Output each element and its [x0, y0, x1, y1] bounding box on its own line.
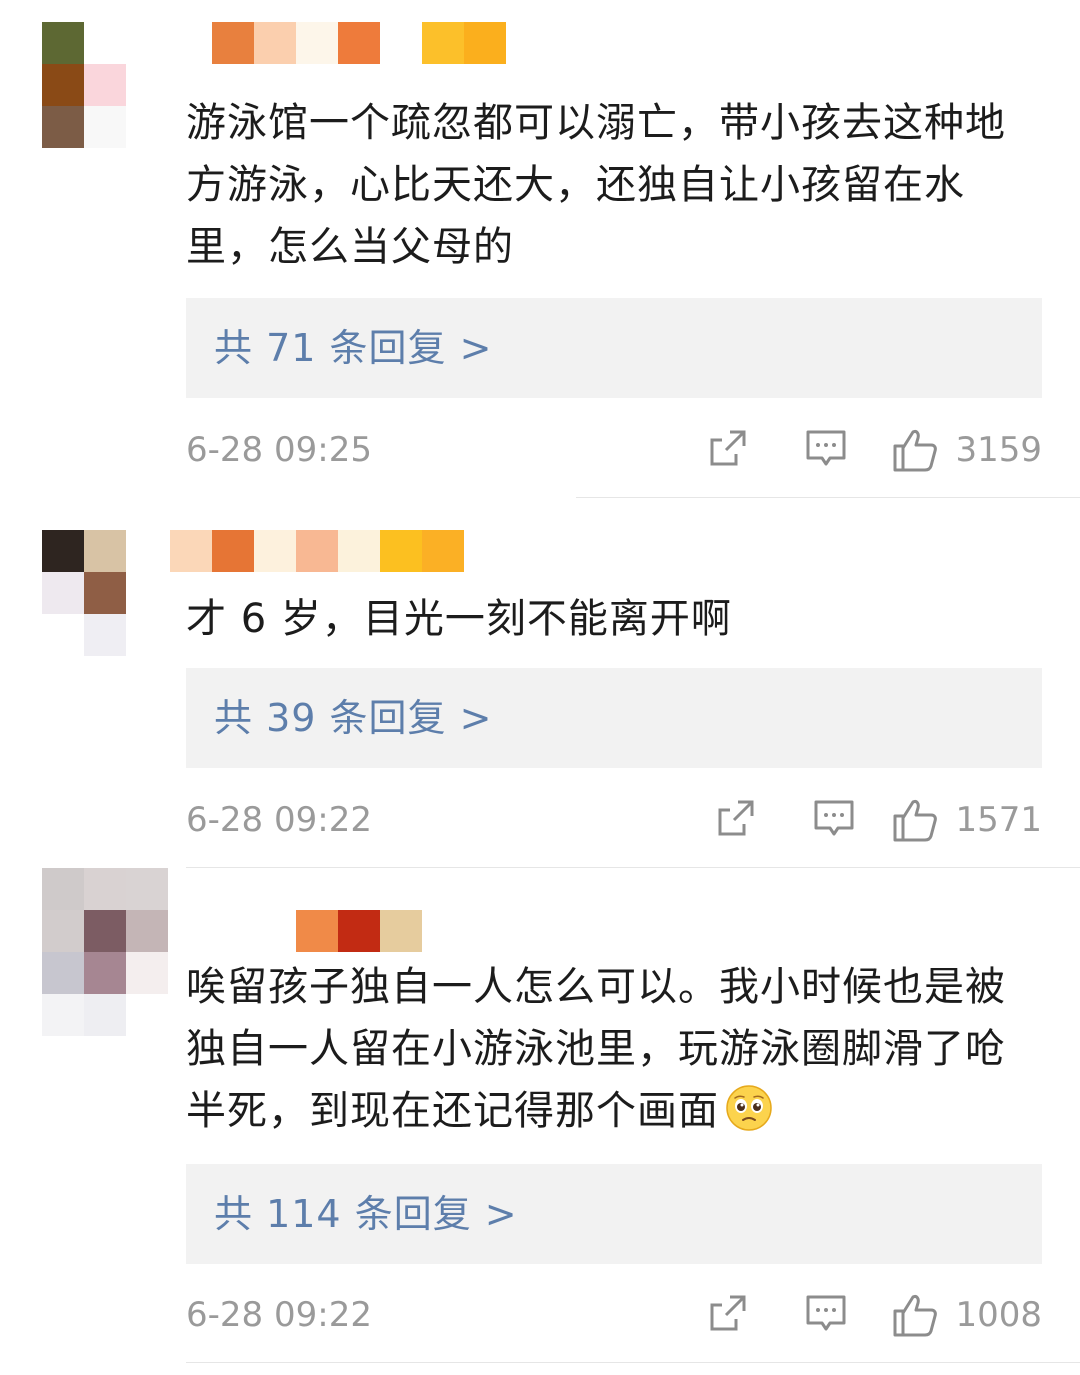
username-mosaic-cell — [296, 22, 338, 64]
avatar-mosaic-cell — [42, 64, 84, 106]
comment-meta: 6-28 09:22 1008 — [186, 1285, 1042, 1345]
avatar-mosaic-cell — [42, 572, 84, 614]
divider — [186, 1362, 1080, 1363]
comment-text-body: 唉留孩子独自一人怎么可以。我小时候也是被独自一人留在小游泳池里，玩游泳圈脚滑了呛… — [186, 964, 1006, 1134]
avatar-mosaic-cell — [126, 994, 168, 1036]
comment-icon[interactable] — [804, 426, 848, 470]
username-mosaic-cell — [464, 22, 506, 64]
share-icon[interactable] — [706, 426, 750, 470]
avatar-mosaic-cell — [42, 868, 84, 910]
username-mosaic-cell — [422, 22, 464, 64]
username-mosaic-cell — [422, 530, 464, 572]
divider — [186, 867, 1080, 868]
avatar-mosaic-cell — [42, 994, 84, 1036]
username-blurred[interactable] — [212, 910, 422, 952]
thumbs-up-icon — [893, 800, 938, 842]
comment-text: 才 6 岁，目光一刻不能离开啊 — [186, 596, 732, 642]
username-mosaic-cell — [170, 530, 212, 572]
reply-count-label: 共 71 条回复 > — [214, 326, 493, 370]
username-mosaic-cell — [254, 530, 296, 572]
avatar-mosaic-cell — [126, 952, 168, 994]
avatar-mosaic-cell — [84, 952, 126, 994]
avatar[interactable] — [42, 22, 168, 148]
like-button[interactable]: 1008 — [891, 1285, 1042, 1345]
username-mosaic-cell — [212, 22, 254, 64]
avatar-mosaic-cell — [42, 614, 84, 656]
pleading-face-emoji-icon — [726, 1085, 772, 1131]
username-mosaic-cell — [296, 530, 338, 572]
divider — [576, 497, 1080, 498]
avatar-mosaic-cell — [84, 106, 126, 148]
view-replies-button[interactable]: 共 71 条回复 > — [186, 298, 1042, 398]
share-icon[interactable] — [714, 796, 758, 840]
avatar-mosaic-cell — [84, 614, 126, 656]
username-blurred[interactable] — [212, 22, 506, 64]
timestamp: 6-28 09:22 — [186, 800, 372, 840]
avatar-mosaic-cell — [42, 910, 84, 952]
avatar-mosaic-cell — [42, 530, 84, 572]
avatar-mosaic-cell — [126, 530, 168, 572]
thumbs-up-icon — [893, 1295, 938, 1337]
avatar-mosaic-cell — [126, 572, 168, 614]
avatar[interactable] — [42, 868, 168, 1036]
username-mosaic-cell — [338, 530, 380, 572]
avatar-mosaic-cell — [126, 106, 168, 148]
like-count: 3159 — [955, 430, 1042, 470]
reply-count-label: 共 114 条回复 > — [214, 1192, 518, 1236]
username-mosaic-cell — [338, 910, 380, 952]
avatar-mosaic-cell — [126, 64, 168, 106]
username-mosaic-cell — [338, 22, 380, 64]
avatar-mosaic-cell — [42, 22, 84, 64]
avatar-mosaic-cell — [84, 530, 126, 572]
username-mosaic-cell — [296, 910, 338, 952]
comment-meta: 6-28 09:25 3159 — [186, 420, 1042, 480]
avatar-mosaic-cell — [42, 952, 84, 994]
timestamp: 6-28 09:22 — [186, 1295, 372, 1335]
share-icon[interactable] — [706, 1291, 750, 1335]
avatar-mosaic-cell — [126, 22, 168, 64]
like-button[interactable]: 1571 — [891, 790, 1042, 850]
view-replies-button[interactable]: 共 39 条回复 > — [186, 668, 1042, 768]
avatar-mosaic-cell — [84, 64, 126, 106]
avatar-mosaic-cell — [42, 106, 84, 148]
comment-text: 唉留孩子独自一人怎么可以。我小时候也是被独自一人留在小游泳池里，玩游泳圈脚滑了呛… — [186, 956, 1031, 1142]
comment-icon[interactable] — [812, 796, 856, 840]
avatar-mosaic-cell — [84, 910, 126, 952]
like-button[interactable]: 3159 — [891, 420, 1042, 480]
username-mosaic-cell — [254, 910, 296, 952]
username-mosaic-cell — [212, 910, 254, 952]
thumbs-up-icon — [893, 430, 938, 472]
avatar-mosaic-cell — [84, 868, 126, 910]
username-mosaic-cell — [380, 22, 422, 64]
username-mosaic-cell — [380, 910, 422, 952]
username-blurred[interactable] — [170, 530, 464, 572]
username-mosaic-cell — [380, 530, 422, 572]
comment-meta: 6-28 09:22 1571 — [186, 790, 1042, 850]
timestamp: 6-28 09:25 — [186, 430, 372, 470]
like-count: 1008 — [955, 1295, 1042, 1335]
avatar-mosaic-cell — [84, 22, 126, 64]
avatar-mosaic-cell — [84, 994, 126, 1036]
view-replies-button[interactable]: 共 114 条回复 > — [186, 1164, 1042, 1264]
like-count: 1571 — [955, 800, 1042, 840]
username-mosaic-cell — [254, 22, 296, 64]
avatar-mosaic-cell — [126, 910, 168, 952]
avatar-mosaic-cell — [126, 868, 168, 910]
avatar-mosaic-cell — [126, 614, 168, 656]
avatar[interactable] — [42, 530, 168, 656]
comment-icon[interactable] — [804, 1291, 848, 1335]
comment-text: 游泳馆一个疏忽都可以溺亡，带小孩去这种地方游泳，心比天还大，还独自让小孩留在水里… — [186, 100, 1006, 270]
username-mosaic-cell — [212, 530, 254, 572]
reply-count-label: 共 39 条回复 > — [214, 696, 493, 740]
avatar-mosaic-cell — [84, 572, 126, 614]
